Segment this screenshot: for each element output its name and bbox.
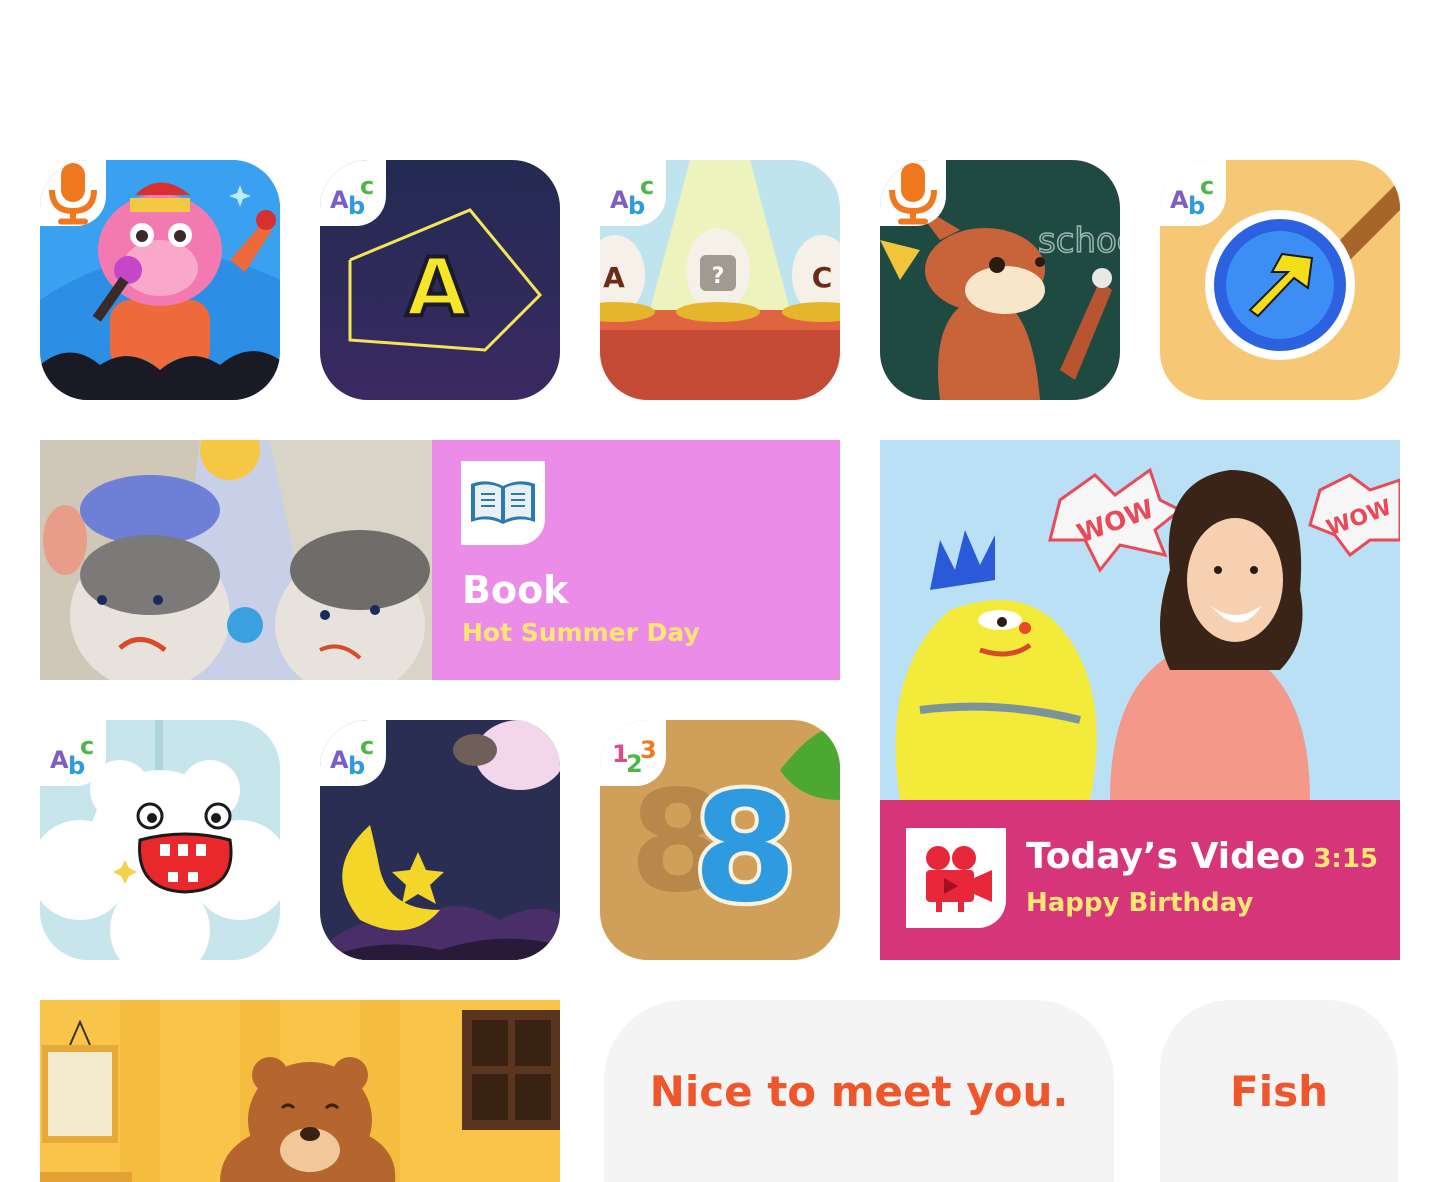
microphone-badge — [880, 160, 946, 226]
number-piece: 8 — [693, 762, 797, 936]
video-type-label: Today’s Video — [1026, 836, 1306, 877]
123-icon: 1 2 3 — [612, 736, 657, 778]
egg-letter-question: ? — [712, 264, 725, 289]
app-tile-moon-star-night[interactable]: Abc — [320, 720, 560, 960]
app-tile-singing-monkey[interactable] — [40, 160, 280, 400]
book-type-label: Book — [462, 568, 569, 612]
book-icon-badge — [461, 461, 545, 545]
123-badge: 1 2 3 — [600, 720, 666, 786]
mic-icon — [49, 163, 97, 225]
video-info-bar: Today’s Video 3:15 Happy Birthday — [880, 800, 1400, 960]
app-tile-star-constellation[interactable]: A Abc — [320, 160, 560, 400]
abc-icon: Abc — [330, 732, 375, 780]
abc-icon: Abc — [1170, 172, 1215, 220]
abc-icon: Abc — [610, 172, 655, 220]
abc-icon: Abc — [330, 172, 375, 220]
video-card[interactable]: WOW WOW Today’s Video 3:15 Happy Birthda… — [880, 440, 1400, 960]
phrase-card-fish[interactable]: Fish — [1160, 1000, 1398, 1182]
video-title: Happy Birthday — [1026, 888, 1254, 918]
app-tile-arrow-button[interactable]: Abc — [1160, 160, 1400, 400]
phrase-text: Nice to meet you. — [649, 1066, 1069, 1116]
abc-badge: Abc — [320, 720, 386, 786]
constellation-letter: A — [406, 241, 468, 334]
abc-badge: Abc — [1160, 160, 1226, 226]
abc-badge: Abc — [40, 720, 106, 786]
open-book-icon — [471, 481, 535, 524]
egg-letter-c: C — [812, 261, 833, 294]
bear-room-illustration — [40, 1000, 560, 1182]
microphone-badge — [40, 160, 106, 226]
video-thumbnail: WOW WOW — [880, 440, 1400, 800]
mic-icon — [889, 163, 937, 225]
book-title: Hot Summer Day — [462, 618, 700, 647]
video-duration: 3:15 — [1313, 844, 1378, 874]
phrase-card-nice-to-meet-you[interactable]: Nice to meet you. — [604, 1000, 1114, 1182]
abc-badge: Abc — [600, 160, 666, 226]
app-tile-fox-teacher[interactable]: school — [880, 160, 1120, 400]
abc-icon: Abc — [50, 732, 95, 780]
app-tile-egg-alphabet[interactable]: A ? C Abc — [600, 160, 840, 400]
app-tile-bubble-monster[interactable]: Abc — [40, 720, 280, 960]
chalkboard-text: school — [1038, 221, 1120, 261]
book-cover-illustration — [40, 440, 432, 680]
bear-room-card[interactable] — [40, 1000, 560, 1182]
book-card[interactable]: Book Hot Summer Day — [40, 440, 840, 680]
book-info-panel: Book Hot Summer Day — [432, 440, 840, 680]
app-tile-number-puzzle[interactable]: 8 8 1 2 3 — [600, 720, 840, 960]
egg-letter-a: A — [603, 261, 625, 294]
phrase-text: Fish — [1230, 1066, 1328, 1116]
abc-badge: Abc — [320, 160, 386, 226]
video-icon-badge — [906, 828, 1006, 928]
movie-camera-icon — [926, 846, 992, 912]
